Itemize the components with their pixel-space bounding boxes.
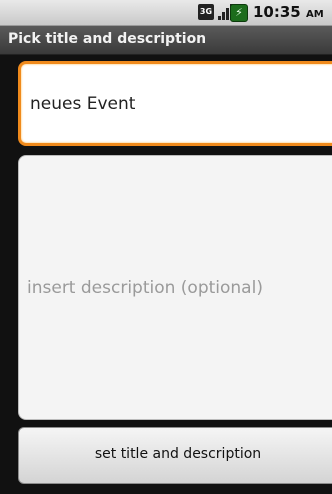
network-3g-icon: 3G <box>198 4 214 20</box>
set-title-button[interactable]: set title and description <box>18 427 332 484</box>
title-input[interactable]: neues Event <box>18 61 332 146</box>
clock-ampm: AM <box>305 9 324 20</box>
description-placeholder: insert description (optional) <box>27 278 263 298</box>
status-bar: 3G ⚡ 10:35 AM <box>0 0 332 26</box>
clock-time: 10:35 <box>253 3 301 21</box>
set-title-button-label: set title and description <box>94 446 262 462</box>
battery-icon: ⚡ <box>230 4 248 22</box>
title-bar: Pick title and description <box>0 26 332 55</box>
description-input[interactable]: insert description (optional) <box>18 155 332 420</box>
title-input-value: neues Event <box>30 94 136 114</box>
clock: 10:35 AM <box>253 3 324 21</box>
page-title: Pick title and description <box>8 31 207 47</box>
